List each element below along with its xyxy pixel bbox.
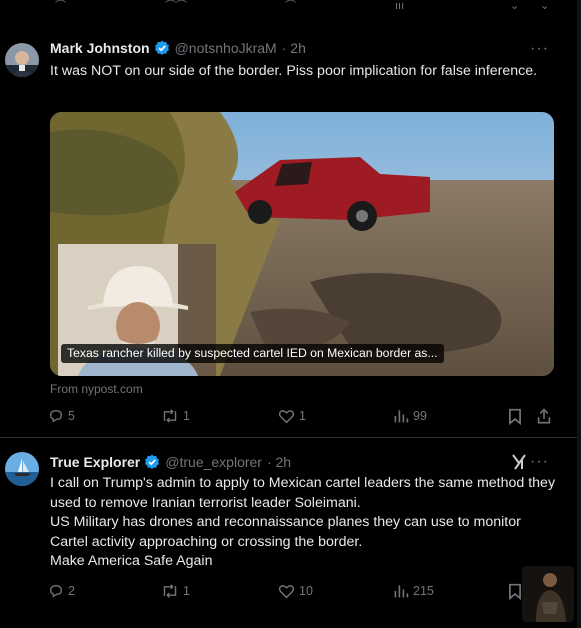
like-button[interactable]: 10 <box>278 583 313 599</box>
post-actions: 5 1 1 99 <box>48 408 558 428</box>
verified-badge-icon <box>145 454 160 469</box>
author-handle[interactable]: @notsnhoJkraM <box>175 40 277 56</box>
avatar[interactable] <box>5 43 39 77</box>
post-time[interactable]: · 2h <box>282 40 306 56</box>
post-time[interactable]: · 2h <box>267 454 291 470</box>
verified-badge-icon <box>154 40 169 55</box>
repost-icon[interactable]: ⌒⌒ <box>165 0 187 12</box>
like-icon[interactable]: ⌒ <box>285 0 296 12</box>
reply-icon <box>49 584 63 598</box>
post-text-line: Make America Safe Again <box>50 553 213 569</box>
post-text-line: I call on Trump's admin to apply to Mexi… <box>50 475 556 511</box>
reply-button[interactable]: 5 <box>48 408 75 424</box>
previous-post-actions: ⌒ ⌒⌒ ⌒ ııı ⌄ ⌄ <box>0 0 581 22</box>
bookmark-icon <box>509 408 521 425</box>
post-divider <box>0 437 581 438</box>
repost-button[interactable]: 1 <box>161 583 190 599</box>
author-name[interactable]: Mark Johnston <box>50 40 150 56</box>
author-handle[interactable]: @true_explorer <box>165 454 262 470</box>
views-icon <box>394 585 409 598</box>
repost-icon <box>163 409 177 423</box>
bookmark-button[interactable] <box>508 408 526 425</box>
views-icon[interactable]: ııı <box>395 0 404 12</box>
bookmark-icon <box>509 583 521 600</box>
grok-icon[interactable] <box>511 453 527 471</box>
more-options-icon[interactable]: ··· <box>530 453 549 471</box>
heart-icon <box>278 585 295 599</box>
post-text: It was NOT on our side of the border. Pi… <box>50 63 538 79</box>
reply-button[interactable]: 2 <box>48 583 75 599</box>
post-text: I call on Trump's admin to apply to Mexi… <box>50 474 560 572</box>
post-actions: 2 1 10 215 <box>48 583 558 603</box>
repost-button[interactable]: 1 <box>161 408 190 424</box>
reply-icon <box>49 409 63 423</box>
reply-count: 2 <box>68 584 75 598</box>
bookmark-icon[interactable]: ⌄ <box>510 0 519 12</box>
like-count: 10 <box>299 584 313 598</box>
like-button[interactable]: 1 <box>278 408 306 424</box>
video-overlay-thumbnail <box>522 566 574 622</box>
repost-icon <box>163 584 177 598</box>
reply-count: 5 <box>68 409 75 423</box>
like-count: 1 <box>299 409 306 423</box>
heart-icon <box>278 410 295 424</box>
views-button[interactable]: 215 <box>393 583 434 599</box>
share-icon[interactable]: ⌄ <box>540 0 549 12</box>
share-button[interactable] <box>536 408 556 425</box>
card-caption[interactable]: Texas rancher killed by suspected cartel… <box>61 344 444 363</box>
card-source[interactable]: From nypost.com <box>50 382 143 396</box>
post-header: Mark Johnston @notsnhoJkraM · 2h <box>50 38 306 58</box>
views-button[interactable]: 99 <box>393 408 427 424</box>
views-icon <box>394 410 409 423</box>
view-count: 215 <box>413 584 434 598</box>
more-options-icon[interactable]: ··· <box>530 40 549 58</box>
avatar[interactable] <box>5 452 39 486</box>
link-card[interactable] <box>50 112 554 376</box>
repost-count: 1 <box>183 584 190 598</box>
reply-icon[interactable]: ⌒ <box>55 0 66 12</box>
view-count: 99 <box>413 409 427 423</box>
post-text-line: US Military has drones and reconnaissanc… <box>50 514 521 550</box>
post-header: True Explorer @true_explorer · 2h <box>50 452 291 472</box>
author-name[interactable]: True Explorer <box>50 454 140 470</box>
scroll-track[interactable] <box>577 0 581 628</box>
share-icon <box>537 408 551 424</box>
repost-count: 1 <box>183 409 190 423</box>
